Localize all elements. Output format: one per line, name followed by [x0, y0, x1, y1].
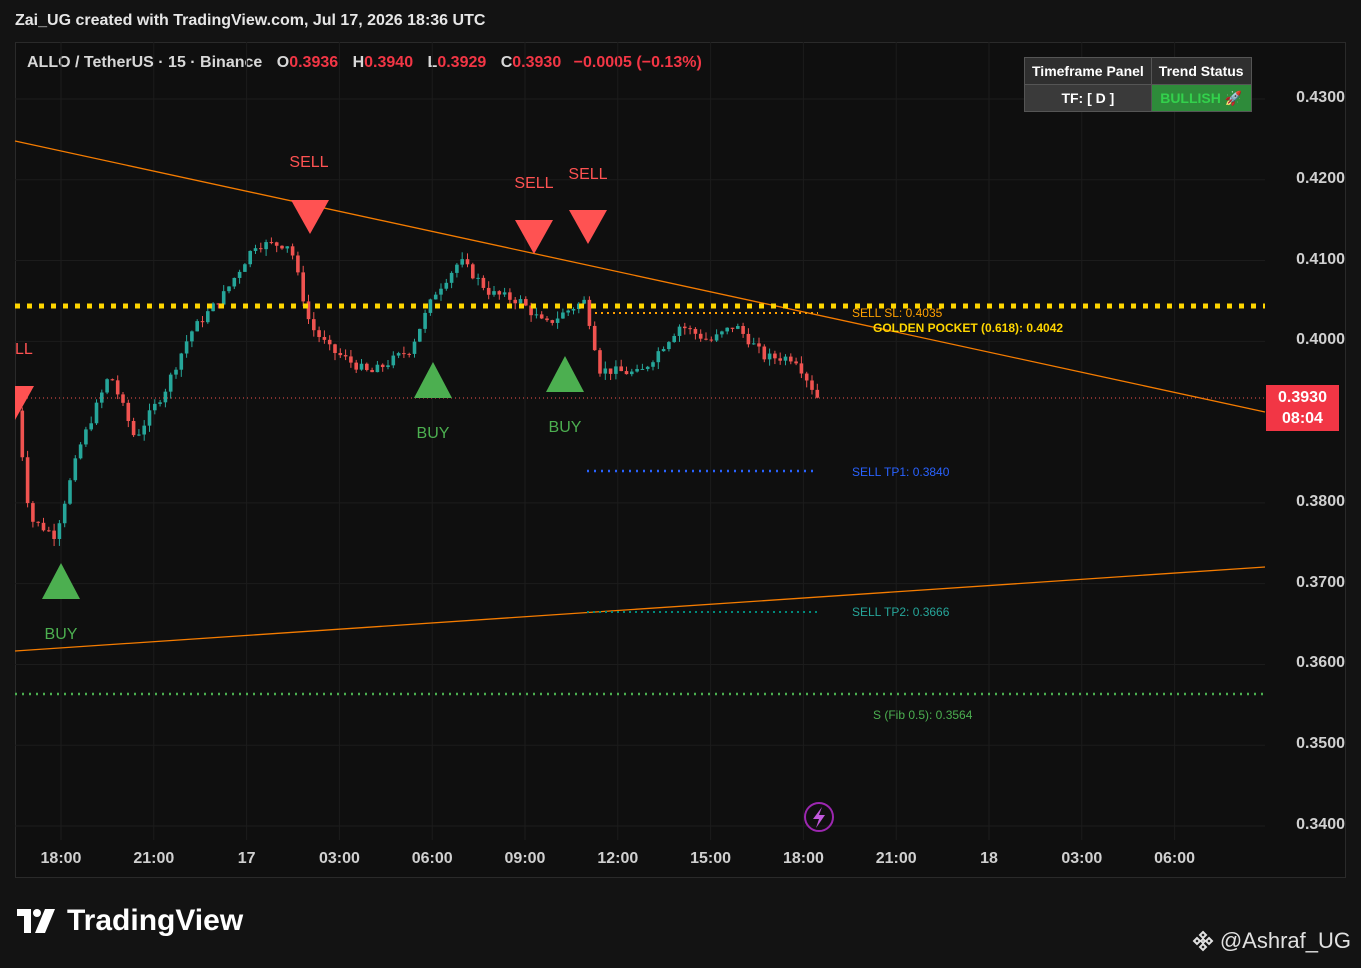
bar-countdown: 08:04	[1282, 410, 1323, 427]
price-axis-tick: 0.4300	[1296, 89, 1345, 106]
price-axis-tick: 0.3700	[1296, 573, 1345, 591]
timeframe-panel-header: Timeframe Panel	[1024, 57, 1152, 85]
binance-diamond-icon	[1192, 930, 1214, 952]
attribution: @Ashraf_UG	[1192, 928, 1351, 954]
price-axis-tick: 0.3500	[1296, 735, 1345, 753]
price-axis-tick: 0.4100	[1296, 250, 1345, 268]
price-axis-tick: 0.3800	[1296, 492, 1345, 510]
attribution-text: @Ashraf_UG	[1219, 928, 1351, 953]
timeframe-value: TF: [ D ]	[1024, 84, 1152, 112]
low-value: 0.3929	[437, 54, 487, 71]
close-value: 0.3930	[512, 54, 562, 71]
price-axis-tick: 0.3400	[1296, 816, 1345, 833]
trend-status-header: Trend Status	[1150, 57, 1252, 85]
high-value: 0.3940	[364, 54, 414, 71]
current-price-tag: 0.3930 08:04	[1266, 385, 1339, 431]
trend-status-value: BULLISH 🚀	[1150, 84, 1252, 112]
tradingview-logo-text: TradingView	[67, 904, 244, 937]
price-axis-tick: 0.3600	[1296, 654, 1345, 672]
current-price-value: 0.3930	[1278, 389, 1327, 406]
symbol-name[interactable]: ALLO / TetherUS · 15 · Binance	[27, 54, 262, 71]
chart-pane[interactable]	[15, 42, 1346, 878]
chart-header-title: Zai_UG created with TradingView.com, Jul…	[15, 12, 486, 29]
tradingview-logo[interactable]: TradingView	[17, 904, 243, 938]
open-value: 0.3936	[289, 54, 339, 71]
tradingview-logo-icon	[17, 909, 55, 933]
price-axis-tick: 0.4000	[1296, 331, 1345, 349]
price-axis-tick: 0.4200	[1296, 169, 1345, 187]
symbol-ohlc-legend: ALLO / TetherUS · 15 · Binance O0.3936 H…	[27, 54, 702, 71]
timeframe-trend-panel: Timeframe Panel Trend Status TF: [ D ] B…	[1024, 57, 1252, 112]
change-value: −0.0005 (−0.13%)	[573, 54, 702, 71]
